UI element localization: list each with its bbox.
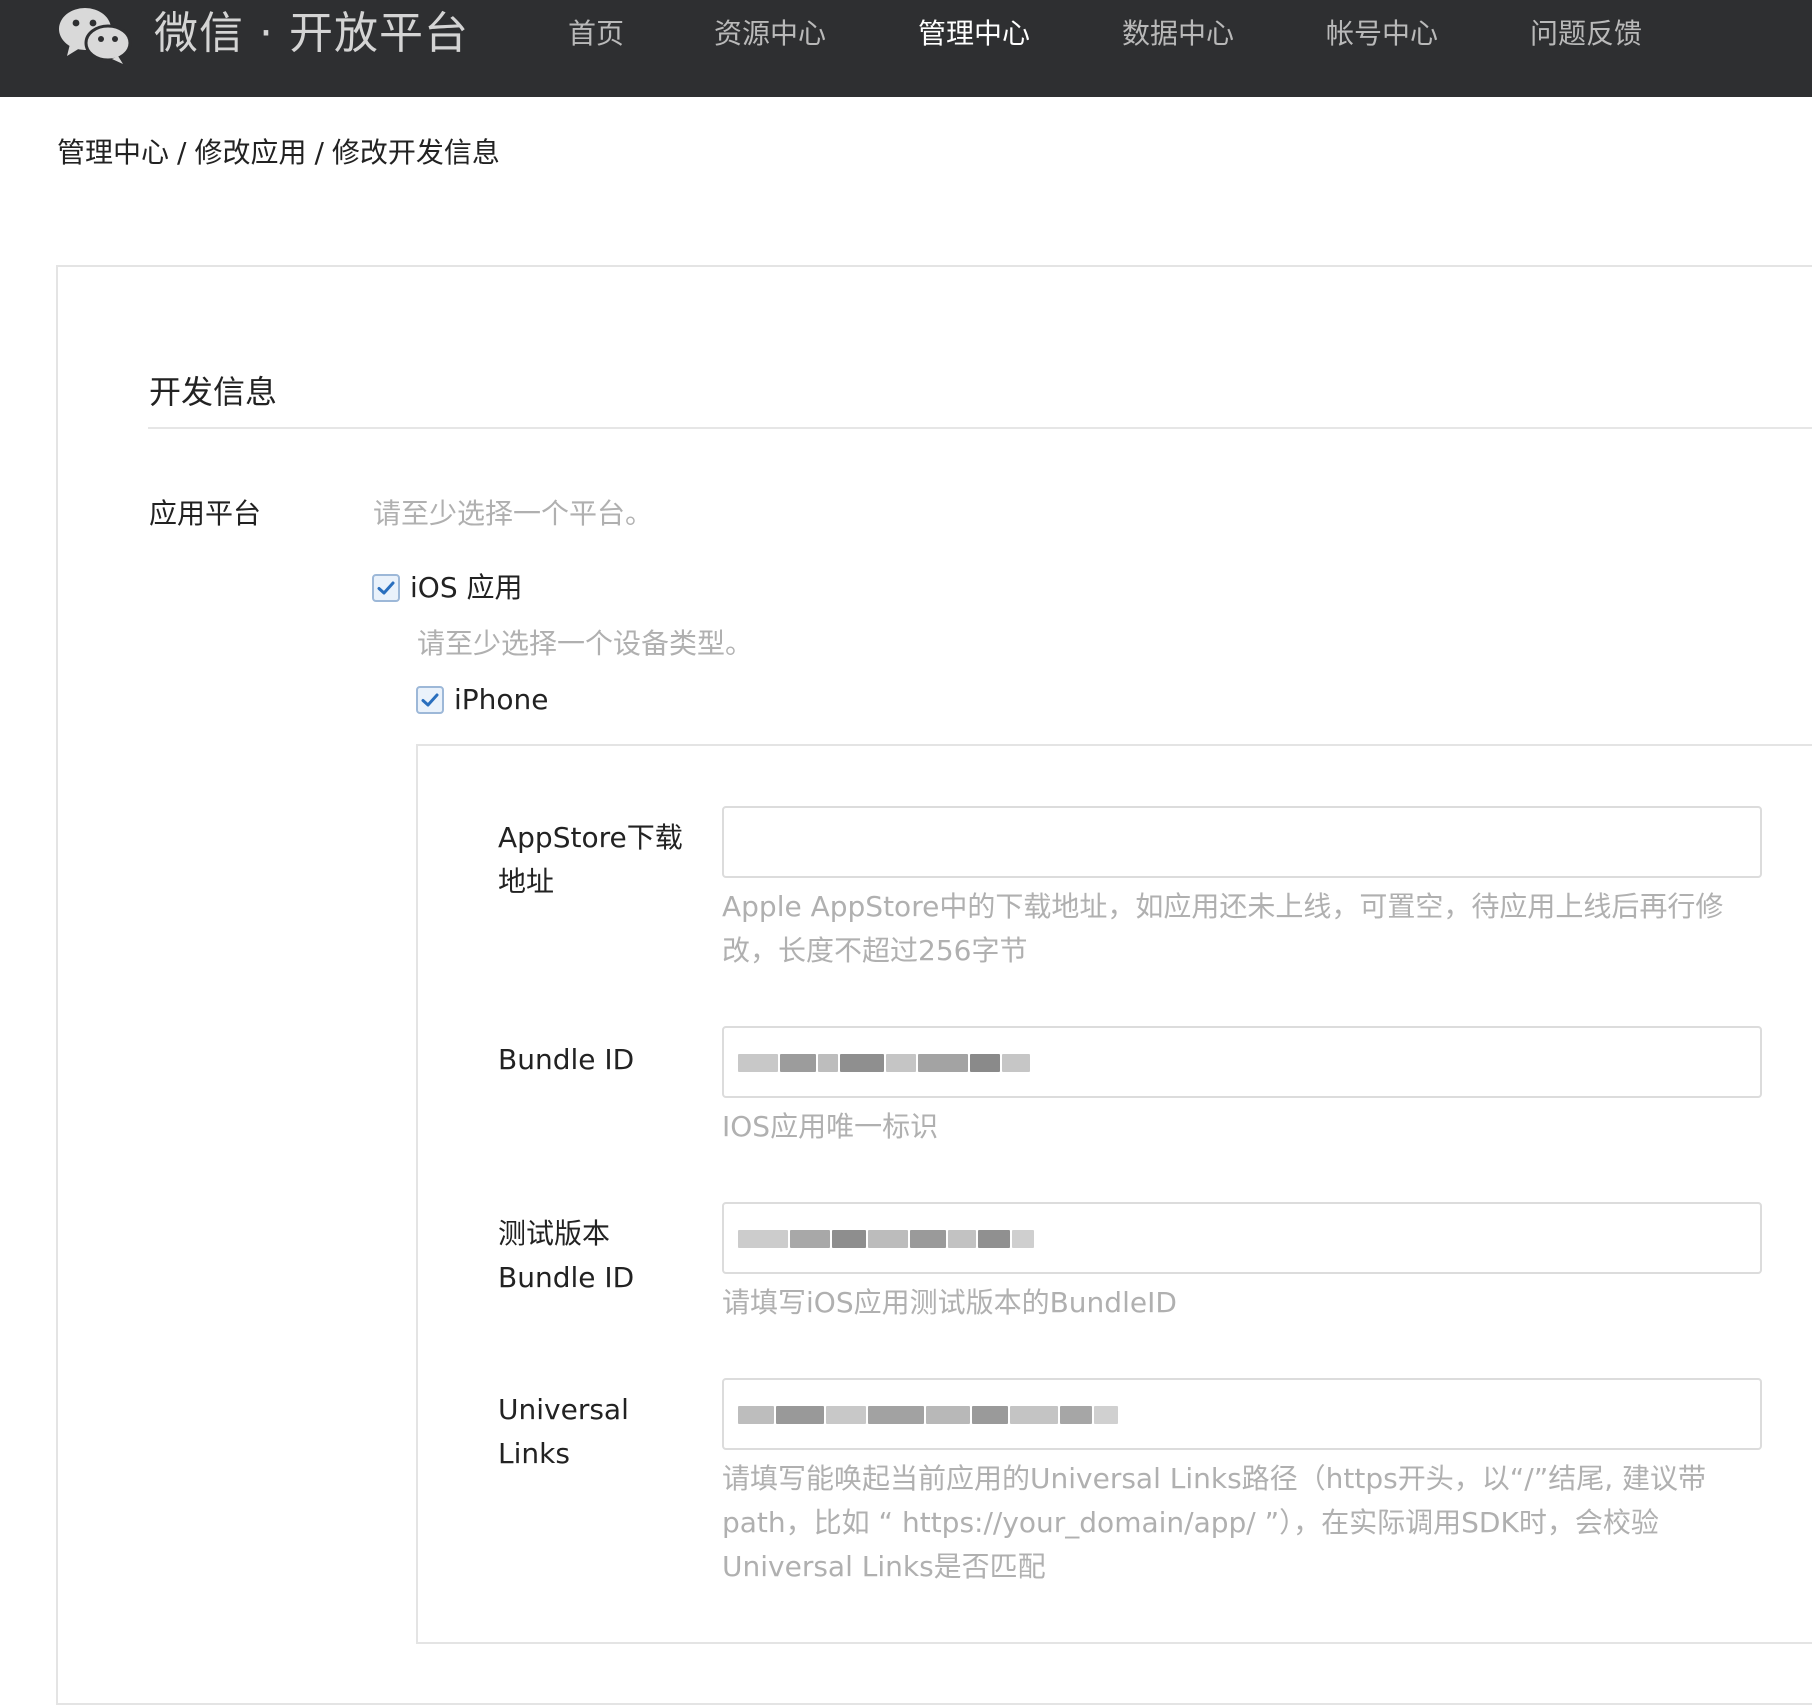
breadcrumb-edit-app[interactable]: 修改应用 (194, 136, 306, 169)
nav-item-management-center[interactable]: 管理中心 (918, 14, 1030, 54)
checkmark-icon (377, 581, 395, 595)
test-bundle-id-label: 测试版本 Bundle ID (498, 1212, 634, 1300)
test-bundle-id-label-line1: 测试版本 (498, 1217, 611, 1250)
nav-item-resource-center[interactable]: 资源中心 (714, 14, 826, 54)
checkmark-icon (421, 693, 439, 707)
section-divider (148, 427, 1812, 429)
universal-links-label-line2: Links (498, 1437, 570, 1470)
universal-links-label-line1: Universal (498, 1393, 629, 1426)
iphone-checkbox[interactable] (416, 686, 444, 714)
universal-links-input[interactable] (722, 1378, 1762, 1450)
nav-item-account-center[interactable]: 帐号中心 (1326, 14, 1438, 54)
breadcrumb-separator: / (177, 136, 187, 169)
test-bundle-id-label-line2: Bundle ID (498, 1261, 635, 1294)
iphone-checkbox-row[interactable]: iPhone (416, 680, 549, 720)
test-bundle-id-input[interactable] (722, 1202, 1762, 1274)
breadcrumb: 管理中心 / 修改应用 / 修改开发信息 (57, 133, 500, 173)
bundle-id-label: Bundle ID (498, 1043, 635, 1076)
platform-label: 应用平台 (149, 497, 262, 530)
ios-app-checkbox-row[interactable]: iOS 应用 (372, 568, 523, 608)
bundle-id-hint: IOS应用唯一标识 (722, 1110, 939, 1143)
platform-hint: 请至少选择一个平台。 (373, 497, 654, 530)
breadcrumb-current-page: 修改开发信息 (331, 136, 500, 169)
iphone-checkbox-label[interactable]: iPhone (454, 680, 549, 720)
breadcrumb-separator: / (314, 136, 324, 169)
section-title: 开发信息 (149, 373, 278, 411)
wechat-logo-icon[interactable] (56, 4, 132, 64)
top-navigation-bar: 微信 · 开放平台 首页 资源中心 管理中心 数据中心 帐号中心 问题反馈 (0, 0, 1812, 97)
appstore-url-hint: Apple AppStore中的下载地址，如应用还未上线，可置空，待应用上线后再… (722, 890, 1724, 967)
appstore-url-input[interactable] (722, 806, 1762, 878)
test-bundle-id-hint: 请填写iOS应用测试版本的BundleID (722, 1286, 1177, 1319)
breadcrumb-management-center[interactable]: 管理中心 (57, 136, 169, 169)
ios-app-checkbox-label[interactable]: iOS 应用 (410, 568, 523, 608)
brand-title[interactable]: 微信 · 开放平台 (154, 4, 469, 64)
nav-item-feedback[interactable]: 问题反馈 (1530, 14, 1642, 54)
appstore-url-label: AppStore下载 地址 (498, 816, 683, 904)
universal-links-hint: 请填写能唤起当前应用的Universal Links路径（https开头，以“/… (722, 1462, 1706, 1583)
appstore-url-label-line2: 地址 (498, 865, 555, 898)
bundle-id-input[interactable] (722, 1026, 1762, 1098)
nav-item-data-center[interactable]: 数据中心 (1122, 14, 1234, 54)
appstore-url-label-line1: AppStore下载 (498, 821, 683, 854)
ios-app-checkbox[interactable] (372, 574, 400, 602)
nav-item-home[interactable]: 首页 (568, 14, 624, 54)
device-type-hint: 请至少选择一个设备类型。 (417, 627, 754, 660)
universal-links-label: Universal Links (498, 1388, 629, 1476)
